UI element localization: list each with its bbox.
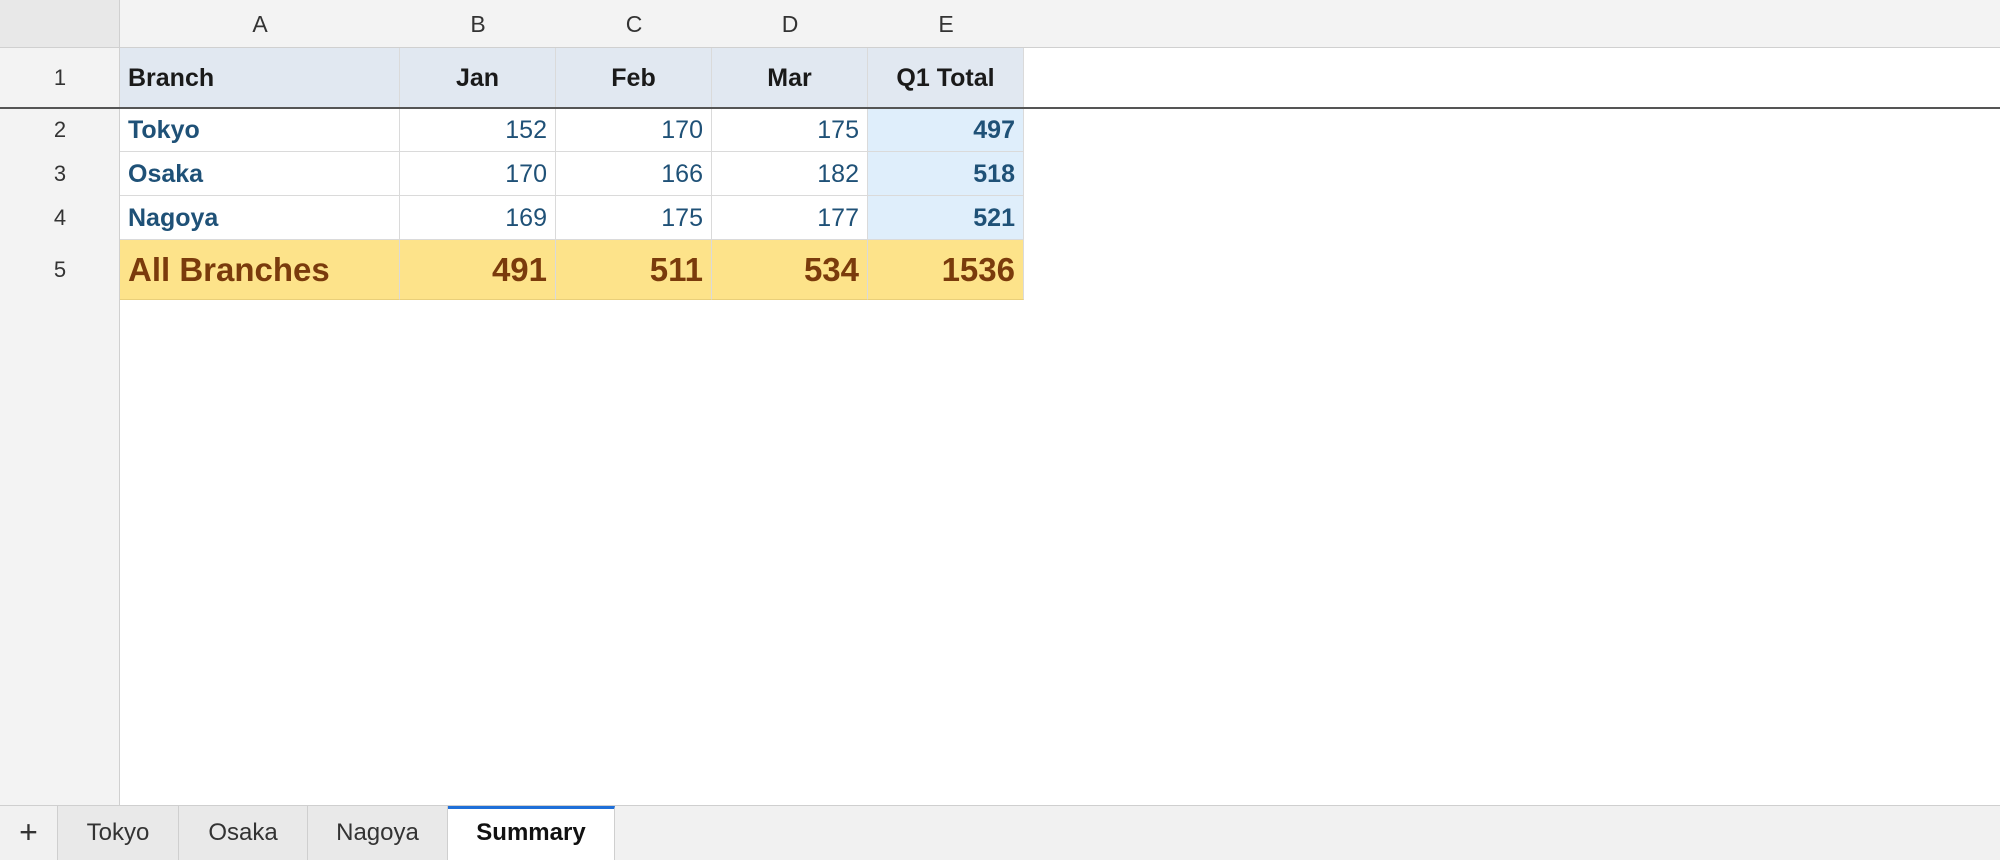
cell-d3-mar[interactable]: 182	[712, 152, 868, 196]
cell-e3-total[interactable]: 518	[868, 152, 1024, 196]
plus-icon: +	[19, 814, 38, 850]
cell-b2-jan[interactable]: 152	[400, 108, 556, 152]
row-header-5[interactable]: 5	[0, 240, 120, 300]
column-header-c[interactable]: C	[556, 0, 712, 48]
cell-c2-feb[interactable]: 170	[556, 108, 712, 152]
column-header-a[interactable]: A	[120, 0, 400, 48]
add-sheet-button[interactable]: +	[0, 806, 58, 860]
cell-a4-branch[interactable]: Nagoya	[120, 196, 400, 240]
cell-d5-summary-mar[interactable]: 534	[712, 240, 868, 300]
cell-e5-summary-total[interactable]: 1536	[868, 240, 1024, 300]
select-all-corner[interactable]	[0, 0, 120, 48]
frozen-row-divider[interactable]	[0, 107, 2000, 109]
column-header-d[interactable]: D	[712, 0, 868, 48]
cell-c5-summary-feb[interactable]: 511	[556, 240, 712, 300]
cell-b5-summary-jan[interactable]: 491	[400, 240, 556, 300]
column-header-e[interactable]: E	[868, 0, 1024, 48]
cell-d4-mar[interactable]: 177	[712, 196, 868, 240]
cell-c1-header-feb[interactable]: Feb	[556, 48, 712, 108]
cell-c3-feb[interactable]: 166	[556, 152, 712, 196]
spreadsheet-grid[interactable]: A B C D E 1 2 3 4 5 Branch Jan Feb Mar Q…	[0, 0, 2000, 805]
cell-d2-mar[interactable]: 175	[712, 108, 868, 152]
cell-a2-branch[interactable]: Tokyo	[120, 108, 400, 152]
cell-b4-jan[interactable]: 169	[400, 196, 556, 240]
row-header-3[interactable]: 3	[0, 152, 120, 196]
cell-c4-feb[interactable]: 175	[556, 196, 712, 240]
cell-e1-header-total[interactable]: Q1 Total	[868, 48, 1024, 108]
column-header-b[interactable]: B	[400, 0, 556, 48]
row-header-1[interactable]: 1	[0, 48, 120, 108]
cell-d1-header-mar[interactable]: Mar	[712, 48, 868, 108]
sheet-tab-nagoya[interactable]: Nagoya	[308, 806, 448, 860]
sheet-tab-osaka[interactable]: Osaka	[179, 806, 308, 860]
cell-e2-total[interactable]: 497	[868, 108, 1024, 152]
cell-a5-summary-label[interactable]: All Branches	[120, 240, 400, 300]
row-header-2[interactable]: 2	[0, 108, 120, 152]
cell-a3-branch[interactable]: Osaka	[120, 152, 400, 196]
sheet-tab-tokyo[interactable]: Tokyo	[58, 806, 179, 860]
cell-b3-jan[interactable]: 170	[400, 152, 556, 196]
cell-a1-header-branch[interactable]: Branch	[120, 48, 400, 108]
cell-e4-total[interactable]: 521	[868, 196, 1024, 240]
sheet-tab-summary[interactable]: Summary	[448, 806, 615, 860]
sheet-tab-bar: + Tokyo Osaka Nagoya Summary	[0, 805, 2000, 860]
row-header-4[interactable]: 4	[0, 196, 120, 240]
cell-b1-header-jan[interactable]: Jan	[400, 48, 556, 108]
